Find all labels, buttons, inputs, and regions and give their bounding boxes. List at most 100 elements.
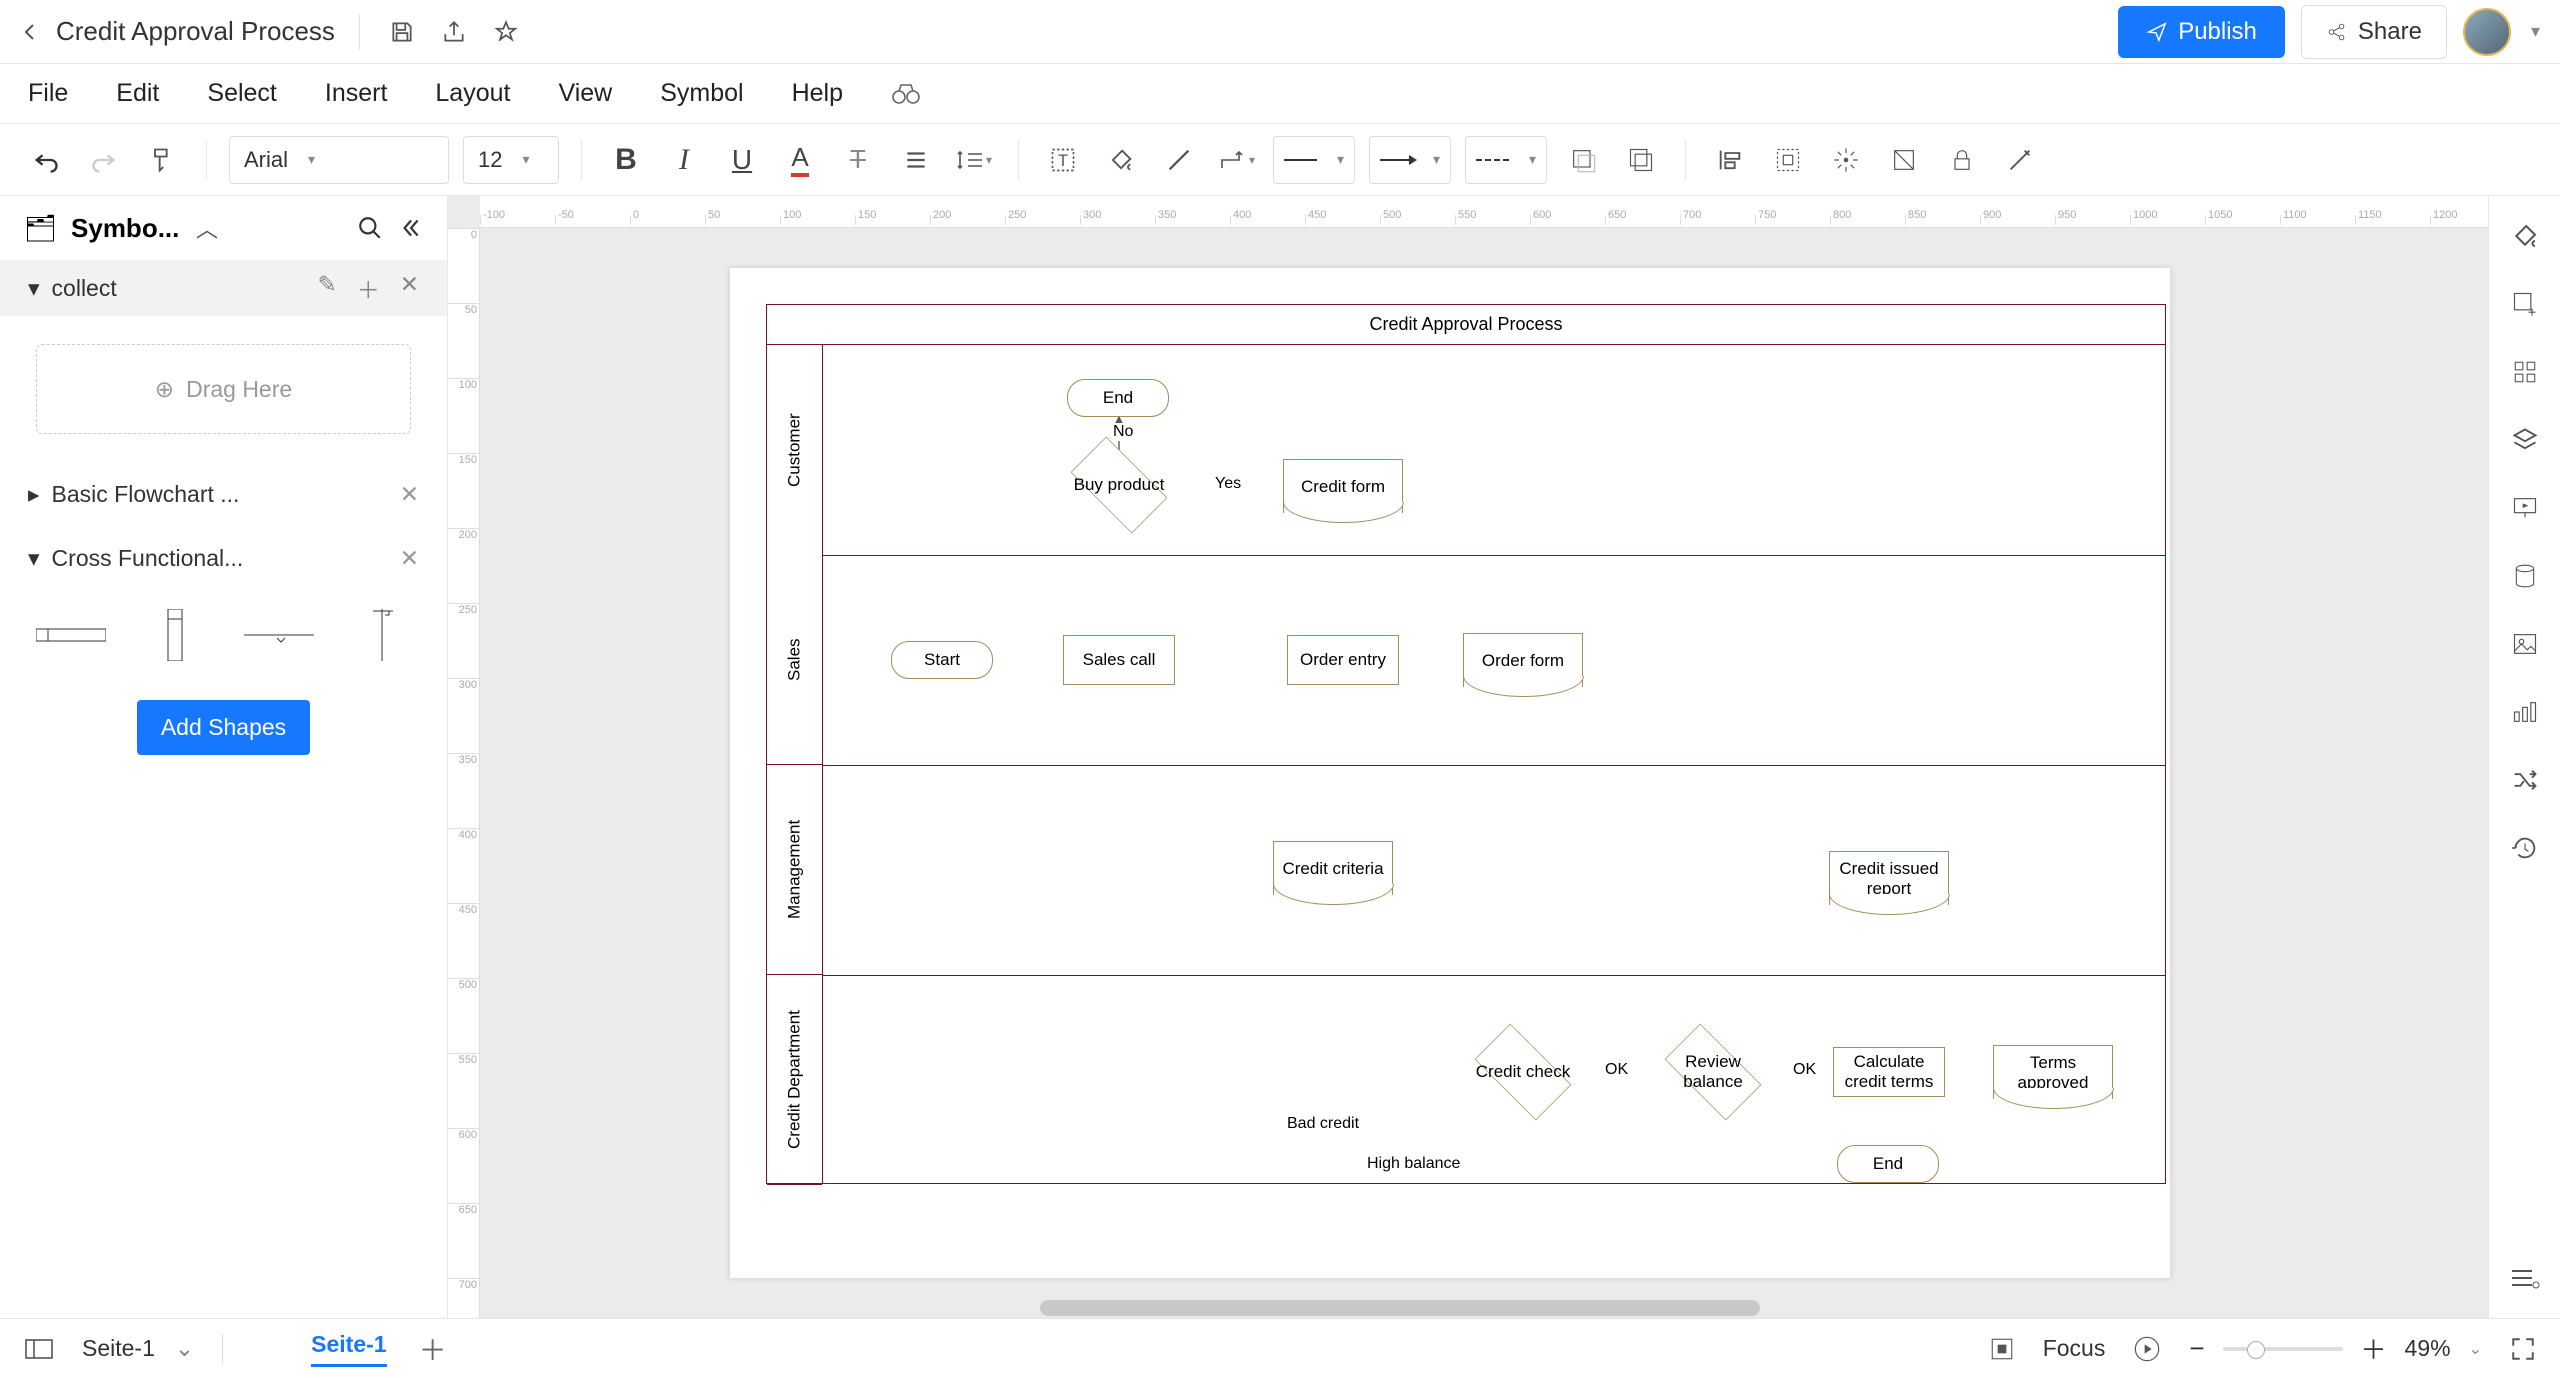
line-spacing-button[interactable]: ▾	[952, 138, 996, 182]
horizontal-scrollbar[interactable]	[1040, 1300, 1760, 1316]
tab-seite-1[interactable]: Seite-1	[311, 1331, 386, 1367]
close-icon[interactable]: ✕	[400, 545, 419, 572]
chart-icon[interactable]	[2505, 692, 2545, 732]
menu-view[interactable]: View	[558, 79, 612, 108]
node-terms-approved[interactable]: Terms approved	[1993, 1045, 2113, 1099]
diagram-title[interactable]: Credit Approval Process	[767, 305, 2165, 345]
lane-customer[interactable]: Customer	[767, 345, 822, 555]
line-color-button[interactable]	[1157, 138, 1201, 182]
swimlane-horizontal-shape[interactable]	[36, 610, 106, 660]
publish-button[interactable]: Publish	[2118, 6, 2285, 58]
node-credit-issued[interactable]: Credit issued report	[1829, 851, 1949, 905]
avatar-dropdown-icon[interactable]: ▾	[2531, 21, 2540, 42]
paint-bucket-icon[interactable]	[2505, 216, 2545, 256]
fit-icon[interactable]	[1989, 1336, 2015, 1362]
rectangle-plus-icon[interactable]	[2505, 284, 2545, 324]
swimlane-diagram[interactable]: Credit Approval Process Customer Sales M…	[766, 304, 2166, 1184]
menu-help[interactable]: Help	[792, 79, 843, 108]
cross-functional-section[interactable]: ▾ Cross Functional... ✕	[0, 526, 447, 590]
edit-icon[interactable]: ✎	[317, 271, 336, 305]
node-end-credit[interactable]: End	[1837, 1145, 1939, 1183]
strikethrough-button[interactable]: T	[836, 138, 880, 182]
font-select[interactable]: Arial▾	[229, 136, 449, 184]
lock-button[interactable]	[1940, 138, 1984, 182]
node-credit-criteria[interactable]: Credit criteria	[1273, 841, 1393, 895]
menu-file[interactable]: File	[28, 79, 68, 108]
document-title[interactable]: Credit Approval Process	[56, 16, 335, 47]
lane-sales[interactable]: Sales	[767, 555, 822, 765]
layers-stack-icon[interactable]	[2505, 420, 2545, 460]
tools-button[interactable]	[1998, 138, 2042, 182]
zoom-value[interactable]: 49%	[2405, 1335, 2451, 1362]
line-style-select[interactable]: ▾	[1273, 136, 1355, 184]
share-button[interactable]: Share	[2301, 5, 2447, 59]
close-icon[interactable]: ✕	[400, 481, 419, 508]
shadow-button[interactable]	[1561, 138, 1605, 182]
avatar[interactable]	[2463, 8, 2511, 56]
align-objects-button[interactable]	[1708, 138, 1752, 182]
node-credit-check[interactable]: Credit check	[1463, 1037, 1583, 1107]
separator-horizontal-shape[interactable]	[244, 610, 314, 660]
collapse-panel-icon[interactable]	[397, 215, 423, 241]
node-credit-form[interactable]: Credit form	[1283, 459, 1403, 513]
text-tool-button[interactable]: T	[1041, 138, 1085, 182]
node-buy-product[interactable]: Buy product	[1059, 450, 1179, 520]
image-icon[interactable]	[2505, 624, 2545, 664]
database-icon[interactable]	[2505, 556, 2545, 596]
zoom-out-button[interactable]: −	[2189, 1333, 2204, 1364]
add-shapes-button[interactable]: Add Shapes	[137, 700, 310, 755]
group-button[interactable]	[1766, 138, 1810, 182]
fullscreen-icon[interactable]	[2510, 1336, 2536, 1362]
menu-select[interactable]: Select	[207, 79, 276, 108]
zoom-in-button[interactable]: ＋	[2361, 1330, 2387, 1367]
menu-symbol[interactable]: Symbol	[660, 79, 743, 108]
back-button[interactable]	[20, 22, 40, 42]
swimlane-vertical-shape[interactable]	[146, 610, 204, 660]
zoom-slider[interactable]	[2223, 1347, 2343, 1351]
export-icon[interactable]	[436, 14, 472, 50]
star-icon[interactable]	[488, 14, 524, 50]
fill-button[interactable]	[1099, 138, 1143, 182]
focus-label[interactable]: Focus	[2043, 1335, 2106, 1362]
add-page-button[interactable]: ＋	[419, 1329, 447, 1369]
basic-flowchart-section[interactable]: ▸ Basic Flowchart ... ✕	[0, 462, 447, 526]
connector-button[interactable]: ▾	[1215, 138, 1259, 182]
grid-icon[interactable]	[2505, 352, 2545, 392]
canvas-area[interactable]: -100-50050100150200250300350400450500550…	[448, 196, 2488, 1318]
redo-button[interactable]	[82, 138, 126, 182]
underline-button[interactable]: U	[720, 138, 764, 182]
arrow-style-select[interactable]: ▾	[1369, 136, 1451, 184]
bold-button[interactable]: B	[604, 138, 648, 182]
undo-button[interactable]	[24, 138, 68, 182]
layers-button[interactable]	[1619, 138, 1663, 182]
separator-vertical-shape[interactable]	[354, 610, 412, 660]
menu-layout[interactable]: Layout	[435, 79, 510, 108]
shuffle-icon[interactable]	[2505, 760, 2545, 800]
node-review-balance[interactable]: Review balance	[1653, 1037, 1773, 1107]
node-order-entry[interactable]: Order entry	[1287, 635, 1399, 685]
lane-credit[interactable]: Credit Department	[767, 975, 822, 1185]
node-calculate-terms[interactable]: Calculate credit terms	[1833, 1047, 1945, 1097]
menu-insert[interactable]: Insert	[325, 79, 388, 108]
collect-section[interactable]: ▾ collect ✎ ＋ ✕	[0, 260, 447, 316]
node-sales-call[interactable]: Sales call	[1063, 635, 1175, 685]
page[interactable]: Credit Approval Process Customer Sales M…	[730, 268, 2170, 1278]
distribute-button[interactable]	[1824, 138, 1868, 182]
align-button[interactable]	[894, 138, 938, 182]
find-icon[interactable]	[891, 83, 921, 105]
menu-edit[interactable]: Edit	[116, 79, 159, 108]
history-icon[interactable]	[2505, 828, 2545, 868]
panel-collapse-icon[interactable]: ︿	[196, 212, 218, 244]
dash-style-select[interactable]: ▾	[1465, 136, 1547, 184]
search-icon[interactable]	[357, 215, 383, 241]
crop-button[interactable]	[1882, 138, 1926, 182]
drag-here-zone[interactable]: ⊕ Drag Here	[36, 344, 411, 434]
page-selector[interactable]: Seite-1 ⌄	[82, 1335, 194, 1362]
presentation-icon[interactable]	[2505, 488, 2545, 528]
node-end-customer[interactable]: End	[1067, 379, 1169, 417]
save-icon[interactable]	[384, 14, 420, 50]
font-color-button[interactable]: A	[778, 138, 822, 182]
play-icon[interactable]	[2133, 1335, 2161, 1363]
lane-management[interactable]: Management	[767, 765, 822, 975]
settings-list-icon[interactable]	[2505, 1258, 2545, 1298]
